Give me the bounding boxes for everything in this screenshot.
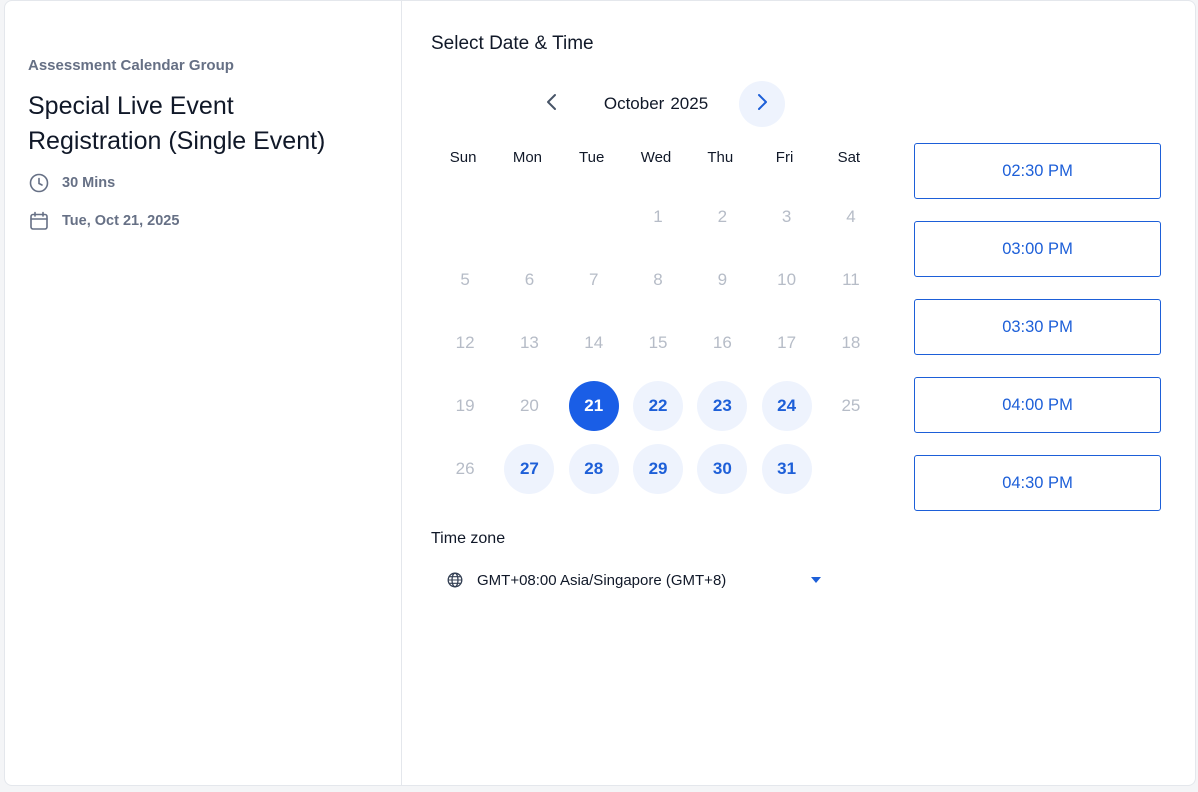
calendar-day[interactable]: 24: [761, 380, 812, 431]
calendar-day: 4: [846, 206, 856, 226]
current-month-label: October 2025: [581, 94, 731, 114]
calendar-day: 11: [842, 269, 860, 289]
scheduler-panel: Select Date & Time October 2025 Sun Mon Tue…: [402, 1, 1195, 785]
calendar-day: 19: [455, 395, 475, 415]
time-slot-button[interactable]: 02:30 PM: [914, 143, 1161, 199]
calendar-group-name: Assessment Calendar Group: [28, 57, 234, 74]
weekday-label: Tue: [579, 149, 605, 166]
calendar-day: 26: [455, 458, 475, 478]
chevron-right-icon: [755, 93, 769, 116]
caret-down-icon: [811, 577, 821, 583]
event-duration: 30 Mins: [28, 172, 115, 194]
calendar-day: 8: [653, 269, 663, 289]
calendar-day: 6: [524, 269, 535, 289]
booking-card: Assessment Calendar Group Special Live E…: [4, 0, 1196, 786]
time-slot-button[interactable]: 03:00 PM: [914, 221, 1161, 277]
event-duration-label: 30 Mins: [62, 175, 116, 191]
next-month-button[interactable]: [739, 81, 785, 127]
event-title: Special Live Event Registration (Single …: [28, 92, 326, 155]
timezone-select[interactable]: GMT+08:00 Asia/Singapore (GMT+8): [447, 567, 827, 593]
calendar-day: 16: [712, 332, 732, 352]
calendar-day: 3: [781, 206, 792, 226]
time-slot-button[interactable]: 04:30 PM: [914, 455, 1161, 511]
select-date-time-heading: Select Date & Time: [431, 33, 594, 54]
calendar-day[interactable]: 31: [761, 443, 812, 494]
calendar-day: 5: [460, 269, 470, 289]
calendar-day-selected[interactable]: 21: [568, 380, 619, 431]
calendar-day[interactable]: 28: [568, 443, 619, 494]
event-date: Tue, Oct 21, 2025: [28, 210, 179, 232]
calendar-day: 13: [519, 332, 539, 352]
previous-month-button[interactable]: [529, 81, 575, 127]
globe-icon: [447, 571, 465, 589]
weekday-label: Sat: [837, 149, 861, 166]
calendar-day[interactable]: 30: [697, 443, 748, 494]
year-value: 2025: [670, 94, 709, 113]
time-slot-button[interactable]: 03:30 PM: [914, 299, 1161, 355]
weekday-label: Mon: [512, 149, 543, 166]
weekday-label: Sun: [449, 149, 477, 166]
time-slot-button[interactable]: 04:00 PM: [914, 377, 1161, 433]
weekday-label: Thu: [707, 149, 734, 166]
calendar-day: 7: [589, 269, 599, 289]
clock-icon: [28, 172, 50, 194]
calendar-day[interactable]: 22: [633, 380, 684, 431]
calendar-day: 14: [584, 332, 604, 352]
calendar-day: 10: [777, 269, 797, 289]
calendar-icon: [28, 210, 50, 232]
calendar-day: 17: [777, 332, 797, 352]
time-slot-list: 02:30 PM 03:00 PM 03:30 PM 04:00 PM 04:30 PM: [914, 143, 1162, 533]
calendar-day-grid: 1 2 3 4 5 6 7 8 9 10 11 12 13 14 15 16 17 18 19 20 21 22 23 24 2…: [433, 185, 883, 500]
calendar-day: 18: [841, 332, 861, 352]
event-date-label: Tue, Oct 21, 2025: [62, 213, 180, 229]
calendar-day: 2: [717, 206, 728, 226]
calendar-day[interactable]: 29: [633, 443, 684, 494]
calendar-day[interactable]: 23: [697, 380, 748, 431]
weekday-label: Fri: [775, 149, 794, 166]
weekday-label: Wed: [640, 149, 672, 166]
month-name: October: [603, 94, 665, 113]
event-details-panel: Assessment Calendar Group Special Live E…: [5, 1, 402, 785]
calendar-day: 15: [648, 332, 668, 352]
calendar-day: 25: [841, 395, 861, 415]
calendar-day: 12: [455, 332, 475, 352]
timezone-label: Time zone: [431, 530, 506, 547]
calendar-day: 1: [653, 206, 663, 226]
calendar-day[interactable]: 27: [504, 443, 555, 494]
chevron-left-icon: [545, 93, 559, 116]
calendar-day: 20: [519, 395, 539, 415]
calendar-header: October 2025: [431, 81, 881, 127]
weekday-header-row: Sun Mon Tue Wed Thu Fri Sat: [431, 149, 881, 166]
calendar-day: 9: [717, 269, 728, 289]
timezone-value: GMT+08:00 Asia/Singapore (GMT+8): [477, 571, 727, 589]
